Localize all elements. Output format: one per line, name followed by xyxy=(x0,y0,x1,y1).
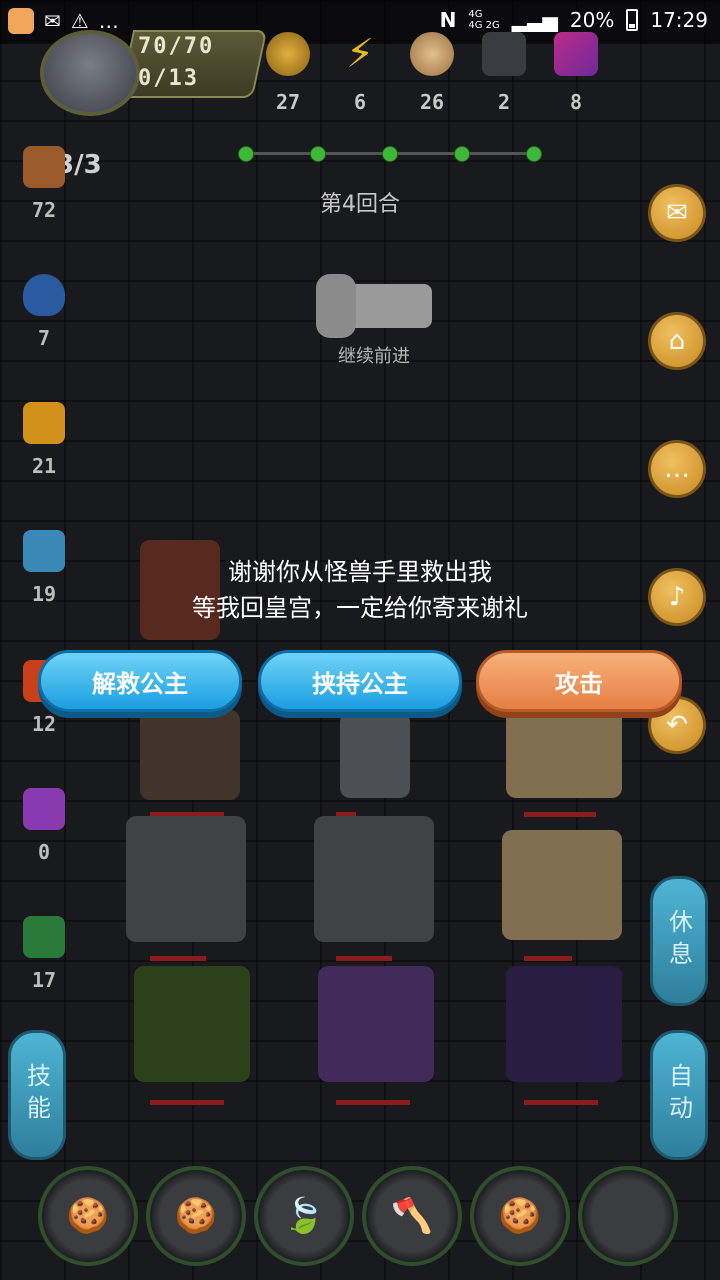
round-dot-3 xyxy=(382,146,398,162)
fist-icon xyxy=(23,146,65,188)
shield-icon xyxy=(23,274,65,316)
mail-button[interactable]: ✉ xyxy=(648,184,706,242)
undo-icon: ↶ xyxy=(666,710,688,740)
axe-icon: 🪓 xyxy=(390,1196,434,1236)
resource-energy[interactable]: ⚡ 6 xyxy=(330,32,390,114)
attack-button[interactable]: 攻击 xyxy=(476,650,682,712)
lightning-purple-icon xyxy=(23,788,65,830)
pointing-hand-icon[interactable] xyxy=(316,274,432,338)
cracker-icon: 🍪 xyxy=(66,1196,110,1236)
round-dot-5 xyxy=(526,146,542,162)
more-icon: … xyxy=(98,9,119,33)
home-icon: ⌂ xyxy=(668,326,686,356)
round-dot-4 xyxy=(454,146,470,162)
ore-icon xyxy=(482,32,526,76)
player-exp: 0/13 xyxy=(138,66,199,91)
hold-princess-button[interactable]: 挟持公主 xyxy=(258,650,462,712)
chat-button[interactable]: … xyxy=(648,440,706,498)
leaf-icon: 🍃 xyxy=(282,1196,326,1236)
plant-icon xyxy=(23,916,65,958)
bread-icon xyxy=(410,32,454,76)
home-button[interactable]: ⌂ xyxy=(648,312,706,370)
stat-nature: 17 xyxy=(14,916,74,992)
cracker-icon: 🍪 xyxy=(498,1196,542,1236)
mail-icon: ✉ xyxy=(666,198,688,228)
item-slot-1[interactable]: 🍪 xyxy=(38,1166,138,1266)
rest-button[interactable]: 休息 xyxy=(650,876,708,1006)
player-avatar[interactable] xyxy=(40,30,140,116)
crystal-icon xyxy=(554,32,598,76)
round-label: 第4回合 xyxy=(320,192,400,217)
signal-icon: ▂▃▅ xyxy=(511,8,558,32)
auto-button[interactable]: 自动 xyxy=(650,1030,708,1160)
stat-flame: 21 xyxy=(14,402,74,478)
stat-attack: 72 xyxy=(14,146,74,222)
item-slot-3[interactable]: 🍃 xyxy=(254,1166,354,1266)
chat-icon: ✉ xyxy=(44,9,61,33)
resource-ore[interactable]: 2 xyxy=(474,32,534,114)
proceed-label[interactable]: 继续前进 xyxy=(314,342,434,368)
battery-percent: 20% xyxy=(569,8,615,32)
stat-defense: 7 xyxy=(14,274,74,350)
clock: 17:29 xyxy=(650,8,708,32)
speech-bubble-icon: … xyxy=(664,454,690,484)
item-slot-4[interactable]: 🪓 xyxy=(362,1166,462,1266)
round-dot-1 xyxy=(238,146,254,162)
resource-crystal[interactable]: 8 xyxy=(546,32,606,114)
coin-icon xyxy=(266,32,310,76)
dialog-line-1: 谢谢你从怪兽手里救出我 xyxy=(228,558,492,586)
item-slot-5[interactable]: 🍪 xyxy=(470,1166,570,1266)
item-slot-6-empty[interactable] xyxy=(578,1166,678,1266)
network-indicator: 4G 4G 2G xyxy=(468,9,500,31)
stat-thunder: 0 xyxy=(14,788,74,864)
round-dot-2 xyxy=(310,146,326,162)
nfc-icon: N xyxy=(439,8,457,32)
app-icon xyxy=(8,8,34,34)
battery-icon xyxy=(626,9,639,31)
resource-coin[interactable]: 27 xyxy=(258,32,318,114)
skill-button[interactable]: 技能 xyxy=(8,1030,66,1160)
flame-icon xyxy=(23,402,65,444)
resource-bread[interactable]: 26 xyxy=(402,32,462,114)
dialog-line-2: 等我回皇宫，一定给你寄来谢礼 xyxy=(192,594,528,622)
item-slot-2[interactable]: 🍪 xyxy=(146,1166,246,1266)
player-hp: 70/70 xyxy=(138,34,215,59)
lightning-icon: ⚡ xyxy=(345,31,375,77)
rescue-princess-button[interactable]: 解救公主 xyxy=(38,650,242,712)
cracker-icon: 🍪 xyxy=(174,1196,218,1236)
